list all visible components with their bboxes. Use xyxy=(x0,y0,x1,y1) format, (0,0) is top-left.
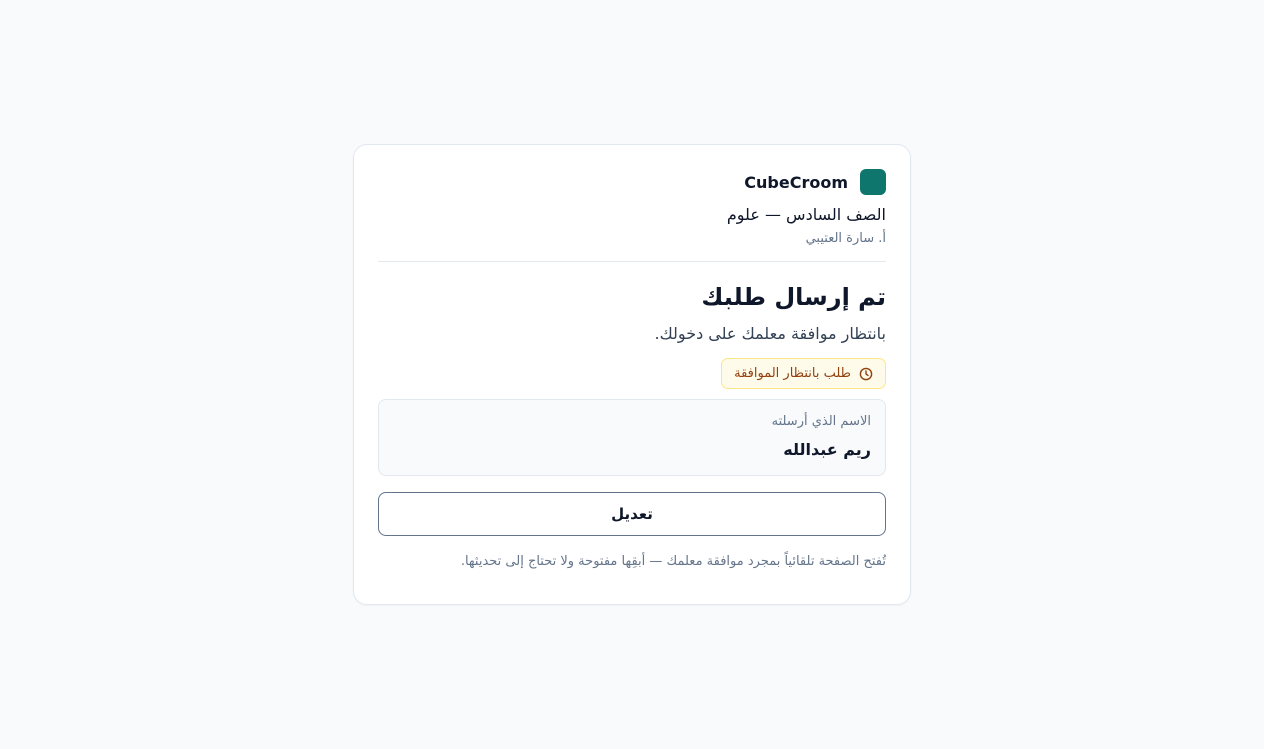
edit-button[interactable]: تعديل xyxy=(378,492,886,536)
clock-icon xyxy=(859,367,873,381)
brand-logo xyxy=(860,169,886,195)
join-request-card: CubeCroom الصف السادس — علوم أ. سارة الع… xyxy=(353,144,911,605)
auto-refresh-note: تُفتح الصفحة تلقائياً بمجرد موافقة معلمك… xyxy=(460,554,886,569)
status-badge-label: طلب بانتظار الموافقة xyxy=(734,366,851,381)
divider xyxy=(378,261,886,262)
status-badge: طلب بانتظار الموافقة xyxy=(721,358,886,389)
class-title: الصف السادس — علوم xyxy=(726,205,886,224)
submitted-name-value: ريم عبدالله xyxy=(783,440,871,459)
status-message: بانتظار موافقة معلمك على دخولك. xyxy=(654,324,886,343)
submitted-name-label: الاسم الذي أرسلته xyxy=(771,414,871,429)
teacher-name: أ. سارة العتيبي xyxy=(805,231,886,246)
submitted-name-box: الاسم الذي أرسلته ريم عبدالله xyxy=(378,399,886,476)
page-title: تم إرسال طلبك xyxy=(701,283,886,311)
brand-header: CubeCroom xyxy=(378,169,886,195)
brand-name: CubeCroom xyxy=(744,172,848,192)
